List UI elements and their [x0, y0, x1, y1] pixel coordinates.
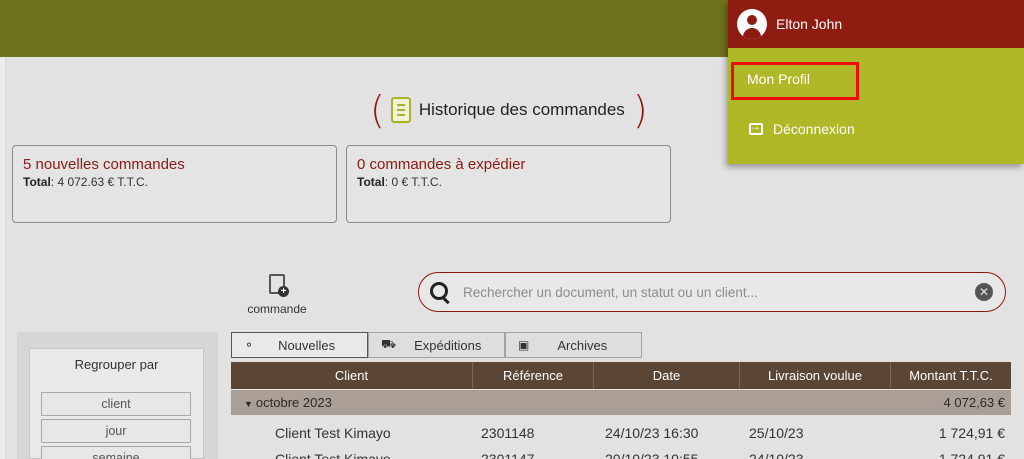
stat-total-label: Total [357, 175, 385, 189]
new-command-label: commande [247, 302, 307, 316]
archive-icon: ▣ [518, 338, 530, 352]
stat-heading: 0 commandes à expédier [357, 156, 526, 173]
month-group-row[interactable]: ▼ octobre 2023 4 072,63 € [231, 390, 1011, 415]
group-by-client-button[interactable]: client [41, 392, 191, 416]
grouping-title: Regrouper par [74, 357, 159, 372]
user-name: Elton John [776, 16, 843, 32]
group-by-week-button[interactable]: semaine [41, 446, 191, 459]
cell-client: Client Test Kimayo [275, 451, 391, 459]
stat-new-orders[interactable]: 5 nouvelles commandes Total: 4 072.63 € … [12, 145, 337, 223]
group-by-day-button[interactable]: jour [41, 419, 191, 443]
column-header-amount[interactable]: Montant T.T.C. [891, 362, 1011, 389]
lightbulb-icon: ⚬ [244, 338, 255, 352]
stat-total: Total: 0 € T.T.C. [357, 175, 660, 189]
cell-amount: 1 724,91 € [938, 451, 1005, 459]
user-menu-header[interactable]: Elton John [728, 0, 1024, 48]
search-bar[interactable]: ✕ [418, 272, 1006, 312]
column-header-client[interactable]: Client [231, 362, 473, 389]
tab-archives[interactable]: ▣ Archives [505, 332, 642, 358]
cell-delivery: 25/10/23 [749, 425, 804, 441]
logout-icon [749, 119, 763, 135]
new-command-button[interactable]: + commande [238, 274, 316, 316]
column-header-date[interactable]: Date [594, 362, 740, 389]
table-row[interactable]: Client Test Kimayo 2301147 20/10/23 10:5… [231, 445, 1011, 459]
search-icon [429, 281, 451, 303]
user-menu-body: Mon Profil Déconnexion [728, 48, 1024, 164]
user-menu-dropdown: Elton John Mon Profil Déconnexion [728, 0, 1024, 164]
document-list-icon [390, 97, 411, 123]
logout-label: Déconnexion [773, 121, 855, 137]
stat-total-value: : 4 072.63 € T.T.C. [50, 175, 148, 189]
cell-reference: 2301147 [481, 451, 535, 459]
table-row[interactable]: Client Test Kimayo 2301148 24/10/23 16:3… [231, 419, 1011, 447]
tab-label: Expéditions [414, 337, 482, 353]
menu-item-profile[interactable]: Mon Profil [747, 71, 810, 87]
column-header-reference[interactable]: Référence [473, 362, 594, 389]
content-edge [0, 57, 6, 459]
cell-amount: 1 724,91 € [938, 425, 1005, 441]
caret-down-icon: ▼ [244, 399, 253, 409]
column-header-delivery[interactable]: Livraison voulue [740, 362, 891, 389]
tab-nouvelles[interactable]: ⚬ Nouvelles [231, 332, 368, 358]
menu-item-logout[interactable]: Déconnexion [749, 119, 855, 137]
tab-expeditions[interactable]: ⛟ Expéditions [368, 332, 505, 358]
new-document-icon: + [269, 274, 289, 297]
stat-total: Total: 4 072.63 € T.T.C. [23, 175, 326, 189]
title-paren-right: ) [632, 88, 648, 132]
tab-label: Nouvelles [278, 337, 336, 353]
clear-search-icon[interactable]: ✕ [975, 283, 993, 301]
cell-client: Client Test Kimayo [275, 425, 391, 441]
stat-to-ship[interactable]: 0 commandes à expédier Total: 0 € T.T.C. [346, 145, 671, 223]
table-header: Client Référence Date Livraison voulue M… [231, 362, 1011, 389]
truck-icon: ⛟ [381, 337, 397, 351]
stat-heading: 5 nouvelles commandes [23, 156, 185, 173]
cell-date: 24/10/23 16:30 [605, 425, 699, 441]
title-paren-left: ( [370, 88, 385, 132]
cell-reference: 2301148 [481, 425, 535, 441]
stat-total-value: : 0 € T.T.C. [384, 175, 442, 189]
month-group-amount: 4 072,63 € [943, 395, 1005, 410]
cell-delivery: 24/10/23 [749, 451, 804, 459]
tab-label: Archives [557, 337, 608, 353]
page-title-text: Historique des commandes [418, 100, 625, 119]
cell-date: 20/10/23 10:55 [605, 451, 699, 459]
page-title: ( Historique des commandes ) [370, 90, 648, 130]
month-group-label: octobre 2023 [255, 395, 332, 410]
stat-total-label: Total [23, 175, 51, 189]
search-input[interactable] [463, 284, 975, 300]
user-avatar-icon [737, 9, 767, 39]
